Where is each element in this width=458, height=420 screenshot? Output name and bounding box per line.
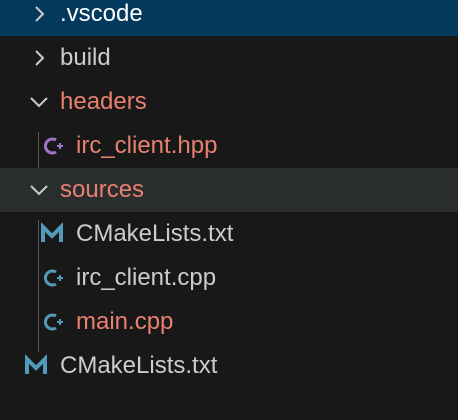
tree-item-label: build	[60, 44, 111, 71]
cpp-icon	[42, 310, 66, 334]
tree-item-label: .vscode	[60, 0, 143, 27]
cpp-header-icon	[42, 134, 66, 158]
file-explorer-tree: .vscode build headers irc_client.hpp sou…	[0, 0, 458, 420]
tree-item-label: CMakeLists.txt	[60, 352, 218, 379]
chevron-right-icon	[28, 3, 50, 25]
chevron-right-icon	[28, 47, 50, 69]
tree-item-irc-client-hpp[interactable]: irc_client.hpp	[0, 124, 458, 168]
tree-item-headers-folder[interactable]: headers	[0, 80, 458, 124]
tree-item-main-cpp[interactable]: main.cpp	[0, 300, 458, 344]
tree-item-root-cmakelists[interactable]: CMakeLists.txt	[0, 344, 458, 388]
cmake-icon	[24, 354, 48, 378]
chevron-down-icon	[28, 179, 50, 201]
cmake-icon	[40, 222, 64, 246]
chevron-down-icon	[28, 91, 50, 113]
tree-item-sources-cmakelists[interactable]: CMakeLists.txt	[0, 212, 458, 256]
tree-item-label: headers	[60, 88, 147, 115]
tree-item-label: sources	[60, 176, 145, 203]
tree-item-label: irc_client.cpp	[76, 264, 217, 291]
tree-item-label: irc_client.hpp	[76, 132, 218, 159]
tree-item-build-folder[interactable]: build	[0, 36, 458, 80]
tree-item-irc-client-cpp[interactable]: irc_client.cpp	[0, 256, 458, 300]
tree-item-label: main.cpp	[76, 308, 174, 335]
tree-item-sources-folder[interactable]: sources	[0, 168, 458, 212]
tree-item-label: CMakeLists.txt	[76, 220, 234, 247]
cpp-icon	[42, 266, 66, 290]
tree-item-vscode-folder[interactable]: .vscode	[0, 0, 458, 36]
